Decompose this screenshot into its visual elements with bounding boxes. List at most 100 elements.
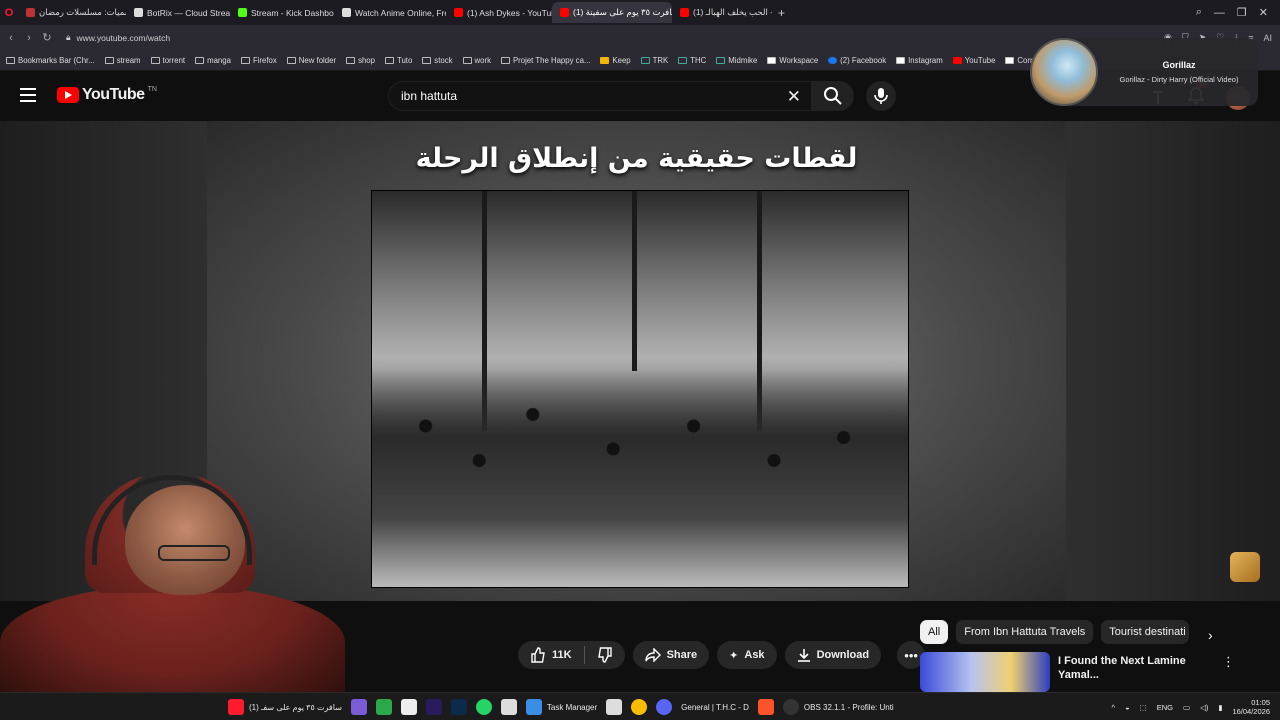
clock[interactable]: 01:05 16/04/2026 — [1232, 698, 1270, 716]
bookmark-item[interactable]: manga — [195, 56, 231, 65]
channel-watermark[interactable] — [1230, 552, 1260, 582]
reload-button[interactable]: ↻ — [40, 31, 54, 44]
tray-icon[interactable]: ⬚ — [1140, 703, 1147, 712]
video-menu-icon[interactable]: ⋮ — [1222, 654, 1235, 670]
filter-chips: All From Ibn Hattuta Travels Tourist des… — [920, 620, 1190, 644]
taskbar-discord-window[interactable]: General | T.H.C - D — [681, 703, 749, 712]
video-thumbnail — [920, 652, 1050, 692]
voice-search-button[interactable] — [866, 81, 896, 111]
taskbar-task-manager[interactable]: Task Manager — [525, 699, 597, 715]
bookmark-item[interactable]: (2) Facebook — [828, 56, 886, 65]
bookmark-item[interactable]: Tuto — [384, 56, 412, 65]
chevron-right-icon[interactable]: › — [1208, 627, 1213, 643]
bookmark-item[interactable]: THC — [678, 56, 706, 65]
photoshop-icon[interactable] — [450, 699, 467, 715]
network-icon[interactable]: ▭ — [1183, 703, 1190, 712]
now-playing-subtitle: Gorillaz - Dirty Harry (Official Video) — [1119, 75, 1239, 84]
app-icon[interactable] — [606, 699, 623, 715]
video-overlay-title: لقطات حقيقية من إنطلاق الرحلة — [415, 143, 858, 174]
bookmark-item[interactable]: Keep — [600, 56, 631, 65]
bookmark-item[interactable]: Bookmarks Bar (Chr... — [6, 56, 95, 65]
bookmark-item[interactable]: Workspace — [767, 56, 818, 65]
forward-button[interactable]: › — [22, 32, 36, 44]
folder-icon — [384, 56, 394, 64]
taskbar-apps: (1) سافرت ٣٥ يوم على سفـ Task Manager Ge… — [228, 693, 894, 720]
maximize-button[interactable]: ❐ — [1237, 6, 1247, 19]
app-icon[interactable] — [375, 699, 392, 715]
google-icon — [767, 56, 777, 64]
url-field[interactable]: 🔒︎ www.youtube.com/watch — [66, 32, 170, 43]
search-button[interactable] — [812, 81, 854, 111]
discord-icon[interactable] — [656, 699, 673, 715]
browser-tab[interactable]: التسميات: مسلسلات رمضان — [18, 2, 126, 23]
folder-icon — [195, 56, 205, 64]
bookmark-item[interactable]: stream — [104, 56, 141, 65]
brave-icon[interactable] — [757, 699, 774, 715]
new-tab-button[interactable]: + — [772, 6, 791, 20]
folder-icon — [500, 56, 510, 64]
browser-tab[interactable]: Stream - Kick Dashboard — [230, 2, 334, 23]
chip-tourist-destinations[interactable]: Tourist destinati — [1101, 620, 1190, 644]
dislike-button[interactable] — [585, 641, 625, 669]
ask-button[interactable]: ✦ Ask — [717, 641, 777, 669]
premiere-icon[interactable] — [425, 699, 442, 715]
recommended-title: I Found the Next Lamine Yamal... — [1058, 655, 1186, 681]
chevron-up-icon[interactable]: ^ — [1112, 703, 1116, 712]
youtube-icon — [680, 8, 689, 17]
chip-from-channel[interactable]: From Ibn Hattuta Travels — [956, 620, 1094, 644]
bookmark-item[interactable]: New folder — [286, 56, 336, 65]
chip-all[interactable]: All — [920, 620, 949, 644]
taskbar-browser-window[interactable]: (1) سافرت ٣٥ يوم على سفـ — [228, 699, 342, 715]
youtube-icon — [454, 8, 463, 17]
clear-search-icon[interactable]: ✕ — [787, 87, 801, 107]
kick-icon — [238, 8, 247, 17]
player-backdrop-right — [1066, 121, 1280, 601]
bookmark-item[interactable]: Instagram — [896, 56, 943, 65]
recommended-video[interactable]: I Found the Next Lamine Yamal... ⋮ — [920, 652, 1260, 692]
taskbar-obs-window[interactable]: OBS 32.1.1 - Profile: Unti — [782, 699, 894, 715]
folder-icon — [240, 56, 250, 64]
bookmark-item[interactable]: Firefox — [240, 56, 277, 65]
bookmark-item[interactable]: TRK — [640, 56, 668, 65]
share-button[interactable]: Share — [632, 641, 710, 669]
close-window-button[interactable]: ✕ — [1259, 6, 1268, 19]
bookmark-item[interactable]: YouTube — [952, 56, 995, 65]
bookmark-item[interactable]: torrent — [150, 56, 185, 65]
battery-icon[interactable]: ▮ — [1218, 703, 1222, 712]
download-button[interactable]: Download — [784, 641, 882, 669]
hamburger-menu-icon[interactable] — [20, 88, 36, 102]
youtube-logo[interactable]: YouTube TN — [57, 86, 157, 104]
browser-tab[interactable]: (1) Ash Dykes - YouTube — [446, 2, 552, 23]
tray-icon[interactable]: ◒ — [1125, 703, 1130, 712]
language-indicator[interactable]: ENG — [1157, 703, 1173, 712]
app-icon[interactable] — [500, 699, 517, 715]
browser-tab[interactable]: Watch Anime Online, Free — [334, 2, 446, 23]
search-tabs-icon[interactable]: ⌕ — [1196, 6, 1202, 19]
search-input[interactable]: ibn hattuta ✕ — [388, 81, 812, 111]
now-playing-widget[interactable]: Gorillaz Gorillaz - Dirty Harry (Officia… — [1030, 38, 1258, 106]
page-icon — [1005, 56, 1015, 64]
opera-logo-icon[interactable]: O — [0, 0, 18, 25]
youtube-icon — [952, 56, 962, 64]
chrome-icon[interactable] — [631, 699, 648, 715]
facebook-icon — [828, 56, 838, 64]
whatsapp-icon[interactable] — [475, 699, 492, 715]
volume-icon[interactable]: ◁) — [1200, 703, 1208, 712]
bookmark-item[interactable]: shop — [346, 56, 375, 65]
ai-button[interactable]: AI — [1263, 33, 1272, 43]
bookmark-item[interactable]: work — [462, 56, 491, 65]
like-button[interactable]: 11K — [518, 641, 584, 669]
browser-tab-active[interactable]: (1) سافرت ٣٥ يوم على سفينة — [552, 2, 672, 23]
download-icon — [797, 649, 810, 662]
bookmark-item[interactable]: Midmike — [716, 56, 757, 65]
file-icon[interactable] — [400, 699, 417, 715]
browser-tab[interactable]: (1) الحب يخلف الهبالـ - ube — [672, 2, 772, 23]
minimize-button[interactable]: — — [1214, 7, 1225, 19]
bookmark-item[interactable]: Projet The Happy ca... — [500, 56, 590, 65]
sparkle-icon: ✦ — [729, 649, 739, 662]
album-art — [1030, 38, 1098, 106]
browser-tab[interactable]: BotRix — Cloud Streaming — [126, 2, 230, 23]
bookmark-item[interactable]: stock — [422, 56, 453, 65]
app-icon[interactable] — [350, 699, 367, 715]
back-button[interactable]: ‹ — [4, 32, 18, 44]
